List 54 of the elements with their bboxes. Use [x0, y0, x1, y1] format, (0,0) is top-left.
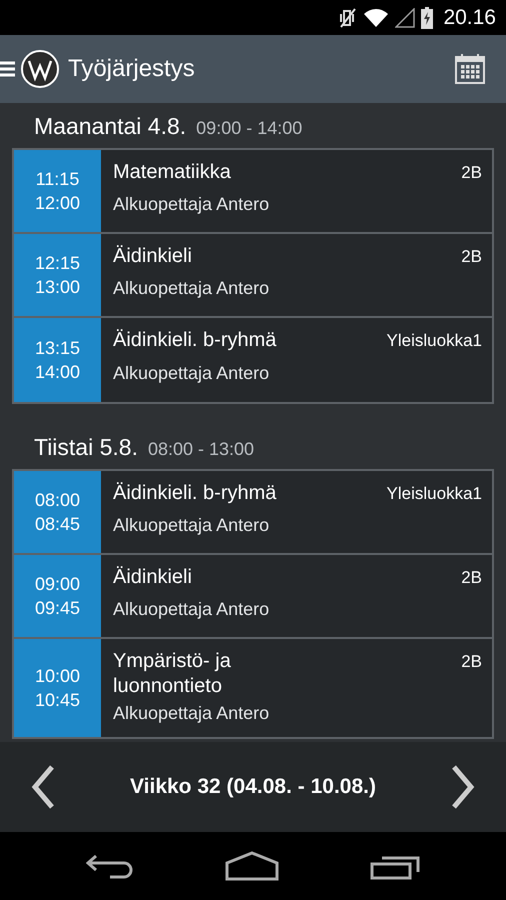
battery-icon [421, 6, 434, 28]
lesson-teacher: Alkuopettaja Antero [113, 362, 270, 385]
lesson-subject: Äidinkieli. b-ryhmä [113, 328, 278, 353]
day-title: Maanantai 4.8. [34, 113, 186, 140]
start-time: 12:15 [34, 252, 80, 275]
lesson-subject: Äidinkieli [113, 565, 193, 590]
end-time: 13:00 [34, 276, 80, 299]
start-time: 11:15 [36, 168, 80, 191]
chevron-right-icon [450, 764, 476, 810]
end-time: 08:45 [34, 513, 80, 536]
end-time: 10:45 [34, 689, 80, 712]
w-logo-icon [20, 49, 60, 89]
start-time: 10:00 [34, 665, 80, 688]
chevron-left-icon [30, 764, 56, 810]
signal-icon [395, 8, 416, 28]
lesson-teacher: Alkuopettaja Antero [113, 514, 270, 537]
lesson-subject: Ympäristö- ja luonnontieto [113, 649, 232, 699]
wifi-icon [363, 8, 390, 28]
clock-time: 20.16 [443, 6, 496, 30]
lesson-room: 2B [461, 651, 482, 673]
start-time: 09:00 [34, 573, 80, 596]
start-time: 13:15 [34, 337, 80, 360]
back-icon [86, 852, 134, 880]
lesson-subject: Äidinkieli. b-ryhmä [113, 481, 278, 506]
app-title: Työjärjestys [68, 55, 196, 83]
home-icon [224, 851, 279, 881]
previous-week-button[interactable] [30, 764, 56, 810]
lesson-room: Yleisluokka1 [386, 483, 482, 505]
lesson-room: 2B [461, 567, 482, 589]
lesson-teacher: Alkuopettaja Antero [113, 276, 270, 300]
day-hours: 09:00 - 14:00 [196, 118, 302, 139]
lesson-teacher: Alkuopettaja Antero [113, 598, 270, 621]
lesson-subject: Äidinkieli [113, 244, 193, 269]
lesson-room: Yleisluokka1 [386, 330, 482, 352]
vibrate-off-icon [339, 6, 358, 28]
next-week-button[interactable] [450, 764, 476, 810]
lesson-room: 2B [461, 162, 482, 184]
menu-button[interactable] [0, 59, 16, 79]
calendar-icon [454, 53, 486, 85]
end-time: 14:00 [34, 361, 80, 384]
back-button[interactable] [86, 852, 134, 880]
day-title: Tiistai 5.8. [34, 434, 138, 461]
menu-icon [0, 59, 16, 79]
start-time: 08:00 [34, 489, 80, 512]
lesson-teacher: Alkuopettaja Antero [113, 192, 270, 216]
lesson-room: 2B [461, 246, 482, 268]
home-button[interactable] [224, 851, 279, 881]
lesson-subject: Matematiikka [113, 160, 232, 185]
end-time: 09:45 [34, 597, 80, 620]
week-label: Viikko 32 (04.08. - 10.08.) [130, 775, 376, 799]
end-time: 12:00 [34, 192, 80, 215]
day-hours: 08:00 - 13:00 [148, 439, 254, 460]
lesson-teacher: Alkuopettaja Antero [113, 702, 270, 725]
calendar-button[interactable] [454, 53, 486, 85]
